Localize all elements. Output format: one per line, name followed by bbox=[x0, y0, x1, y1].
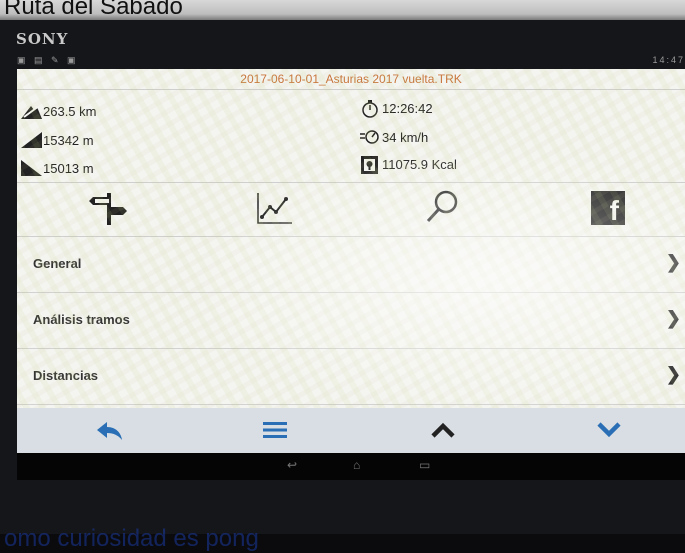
facebook-icon[interactable]: f bbox=[591, 191, 625, 226]
system-back-icon[interactable]: ↩ bbox=[287, 458, 297, 472]
stat-speed: 34 km/h bbox=[360, 129, 428, 145]
energy-value: 11075.9 Kcal bbox=[382, 156, 457, 172]
divider bbox=[17, 89, 685, 90]
page-caption: omo curiosidad es pong bbox=[4, 525, 259, 552]
search-icon[interactable] bbox=[422, 189, 462, 225]
chevron-right-icon: ❯ bbox=[665, 252, 681, 272]
distance-value: 263.5 km bbox=[43, 103, 97, 119]
banner-title: Ruta del Sábado bbox=[4, 0, 183, 20]
divider bbox=[17, 182, 685, 183]
clock: 14:47 bbox=[652, 55, 685, 65]
menu-item-analisis-tramos[interactable]: Análisis tramos ❯ bbox=[17, 293, 685, 349]
chevron-right-icon: ❯ bbox=[665, 308, 681, 328]
speed-icon bbox=[360, 129, 381, 145]
file-title: 2017-06-10-01_Asturias 2017 vuelta.TRK bbox=[240, 72, 462, 86]
ascent-value: 15342 m bbox=[43, 132, 94, 148]
stat-energy: 11075.9 Kcal bbox=[360, 156, 457, 174]
menu-item-label: Análisis tramos bbox=[33, 312, 130, 327]
chevron-right-icon: ❯ bbox=[665, 364, 681, 384]
system-home-icon[interactable]: ⌂ bbox=[353, 458, 360, 472]
menu-icon[interactable] bbox=[260, 416, 290, 444]
descent-value: 15013 m bbox=[43, 160, 94, 176]
page-banner: Ruta del Sábado bbox=[0, 0, 685, 20]
status-icons: ▣ ▤ ✎ ▣ bbox=[17, 55, 79, 65]
system-recents-icon[interactable]: ▭ bbox=[419, 458, 430, 472]
app-screen: 2017-06-10-01_Asturias 2017 vuelta.TRK 2… bbox=[17, 69, 685, 453]
ascent-icon bbox=[21, 132, 42, 148]
up-icon[interactable] bbox=[428, 416, 458, 444]
bottom-action-bar bbox=[17, 408, 685, 453]
system-nav-bar: ↩ ⌂ ▭ bbox=[17, 453, 685, 480]
speed-value: 34 km/h bbox=[382, 129, 429, 145]
menu-item-label: Distancias bbox=[33, 368, 99, 383]
descent-icon bbox=[21, 160, 42, 176]
status-bar: ▣ ▤ ✎ ▣ 14:47 bbox=[17, 55, 685, 69]
energy-icon bbox=[360, 156, 381, 174]
device-brand: SONY bbox=[16, 30, 69, 48]
menu-item-label: General bbox=[33, 256, 82, 271]
down-icon[interactable] bbox=[594, 416, 624, 444]
time-value: 12:26:42 bbox=[382, 100, 433, 116]
distance-icon bbox=[21, 103, 42, 119]
stat-time: 12:26:42 bbox=[360, 100, 433, 118]
menu-item-general[interactable]: General ❯ bbox=[17, 237, 685, 293]
stat-ascent: 15342 m bbox=[21, 132, 94, 148]
chart-icon[interactable] bbox=[254, 191, 294, 227]
facebook-glyph: f bbox=[609, 195, 619, 226]
stat-distance: 263.5 km bbox=[21, 103, 96, 119]
menu-item-distancias[interactable]: Distancias ❯ bbox=[17, 349, 685, 405]
back-icon[interactable] bbox=[95, 416, 125, 444]
stopwatch-icon bbox=[360, 100, 381, 118]
signpost-icon[interactable] bbox=[89, 191, 129, 227]
stat-descent: 15013 m bbox=[21, 160, 94, 176]
